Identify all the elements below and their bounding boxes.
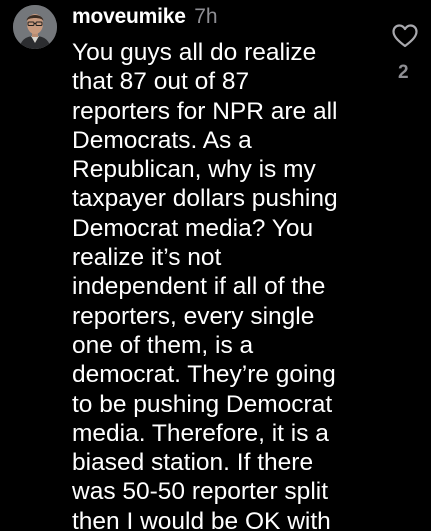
comment-line: that 87 out of 87 <box>72 68 250 96</box>
comment-line: realize it’s not <box>72 244 222 272</box>
comment-line: to be pushing Democrat <box>72 390 333 418</box>
comment-line: reporters, every single <box>72 302 315 330</box>
comment-line: one of them, is a <box>72 331 254 359</box>
comment-line: was 50-50 reporter split <box>72 478 329 506</box>
comment-header: moveumike 7h <box>72 4 218 30</box>
comment-line: Republican, why is my <box>72 156 316 184</box>
comment-line: Democrats. As a <box>72 126 252 154</box>
like-count: 2 <box>398 62 409 83</box>
comment-line: taxpayer dollars pushing <box>72 185 338 213</box>
avatar-image <box>13 5 57 49</box>
comment-line: media. Therefore, it is a <box>72 419 329 447</box>
username[interactable]: moveumike <box>72 5 186 28</box>
comment-line: reporters for NPR are all <box>72 97 338 125</box>
timestamp: 7h <box>194 5 218 28</box>
comment-line: You guys all do realize <box>72 39 317 66</box>
comment-item: moveumike 7h You guys all do realize tha… <box>0 0 431 531</box>
comment-text: You guys all do realize that 87 out of 8… <box>72 38 372 531</box>
comment-line: Democrat media? You <box>72 214 314 242</box>
heart-outline-icon[interactable] <box>392 24 418 48</box>
comment-line: democrat. They’re going <box>72 361 336 389</box>
comment-line: independent if all of the <box>72 273 326 301</box>
comment-line: biased station. If there <box>72 449 314 477</box>
comment-line: then I would be OK with <box>72 507 331 531</box>
avatar[interactable] <box>13 5 57 49</box>
